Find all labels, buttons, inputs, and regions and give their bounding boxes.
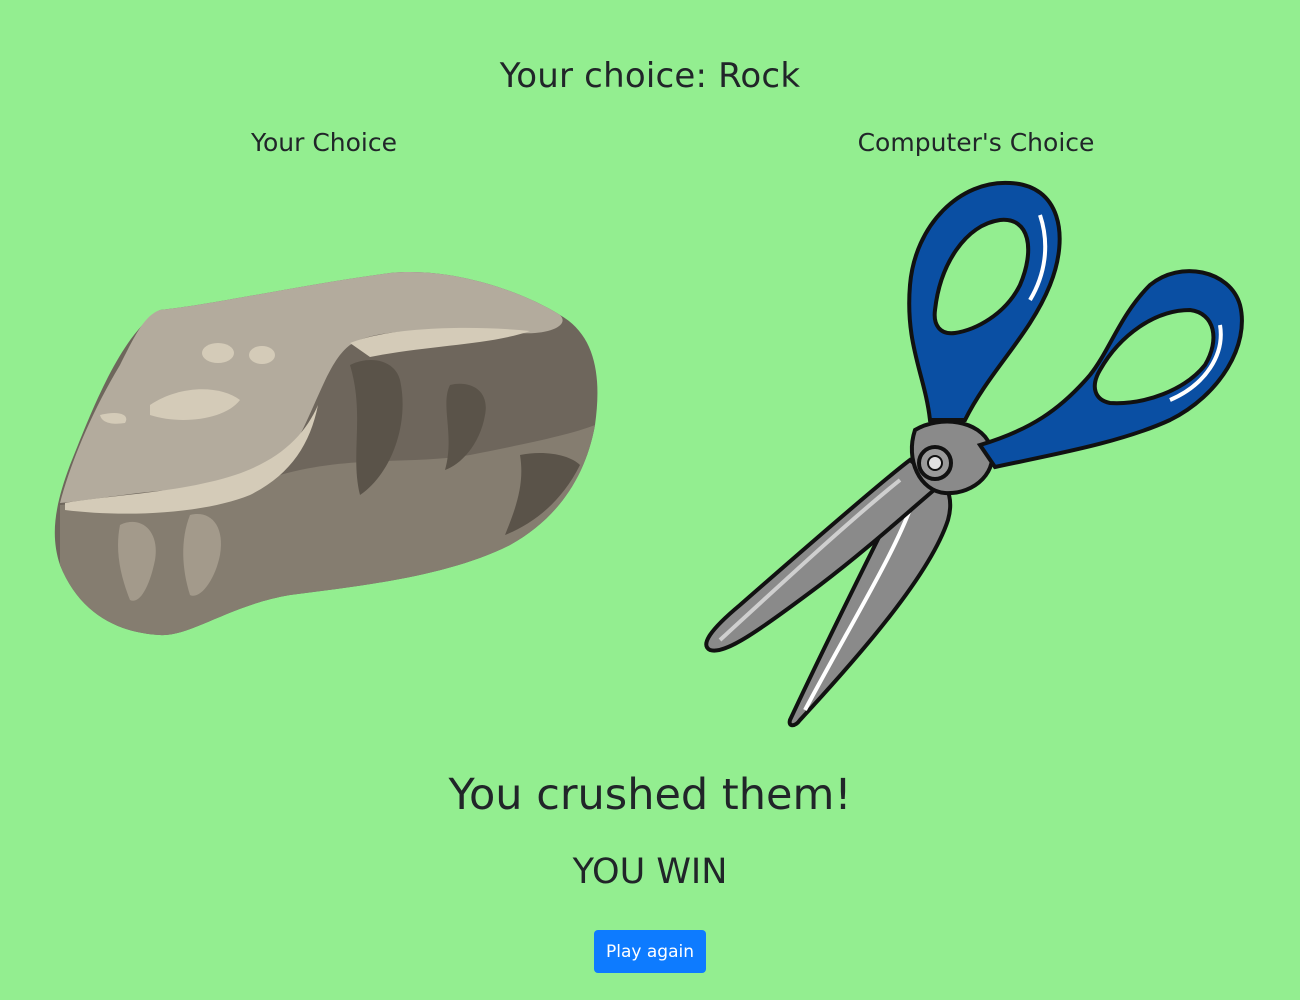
game-screen: Your choice: Rock Your Choice Computer's… — [0, 0, 1300, 1000]
result-message: You crushed them! — [448, 770, 852, 820]
verdict-text: YOU WIN — [572, 852, 728, 892]
play-again-button[interactable]: Play again — [594, 930, 706, 973]
player-choice-label: Your Choice — [251, 128, 397, 157]
scissors-icon — [700, 175, 1260, 735]
page-title: Your choice: Rock — [499, 56, 801, 96]
rock-icon — [50, 265, 602, 640]
computer-choice-label: Computer's Choice — [857, 128, 1095, 157]
